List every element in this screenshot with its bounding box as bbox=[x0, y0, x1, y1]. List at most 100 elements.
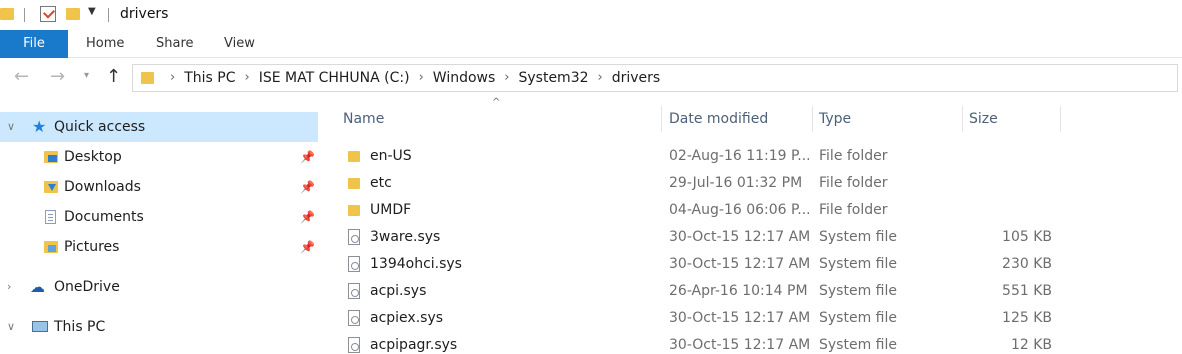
customize-toolbar-dropdown-icon[interactable]: ▼ bbox=[88, 6, 96, 17]
pin-icon[interactable]: 📌 bbox=[300, 202, 315, 232]
sidebar-item-label: This PC bbox=[54, 319, 106, 335]
chevron-right-icon[interactable]: › bbox=[7, 272, 11, 302]
file-name: UMDF bbox=[370, 202, 412, 218]
ribbon: File Home Share View bbox=[0, 30, 1182, 58]
pin-icon[interactable]: 📌 bbox=[300, 142, 315, 172]
column-header-size[interactable]: Size bbox=[963, 106, 1061, 132]
tab-share[interactable]: Share bbox=[142, 30, 208, 58]
chevron-right-icon[interactable]: › bbox=[244, 65, 249, 93]
sidebar-item-pictures[interactable]: Pictures 📌 bbox=[0, 232, 318, 262]
chevron-right-icon[interactable]: › bbox=[504, 65, 509, 93]
address-row: ← → ▾ ↑ › This PC › ISE MAT CHHUNA (C:) … bbox=[0, 58, 1182, 98]
folder-icon bbox=[348, 178, 360, 189]
tab-home[interactable]: Home bbox=[72, 30, 138, 58]
chevron-down-icon[interactable]: ∨ bbox=[7, 112, 15, 142]
table-row[interactable]: en-US 02-Aug-16 11:19 P... File folder bbox=[330, 143, 1182, 170]
folder-icon bbox=[348, 151, 360, 162]
forward-arrow-icon[interactable]: → bbox=[50, 66, 65, 87]
sidebar-item-label: Documents bbox=[64, 209, 144, 225]
breadcrumb-drive[interactable]: ISE MAT CHHUNA (C:) bbox=[259, 65, 410, 93]
column-header-name[interactable]: Name bbox=[337, 106, 662, 132]
table-row[interactable]: etc 29-Jul-16 01:32 PM File folder bbox=[330, 170, 1182, 197]
breadcrumb-windows[interactable]: Windows bbox=[433, 65, 496, 93]
sidebar-item-label: Pictures bbox=[64, 239, 120, 255]
breadcrumb-system32[interactable]: System32 bbox=[518, 65, 588, 93]
table-row[interactable]: acpiex.sys 30-Oct-15 12:17 AM System fil… bbox=[330, 305, 1182, 332]
desktop-icon bbox=[44, 151, 58, 163]
table-row[interactable]: 3ware.sys 30-Oct-15 12:17 AM System file… bbox=[330, 224, 1182, 251]
column-header-date-modified[interactable]: Date modified bbox=[663, 106, 813, 132]
file-type: System file bbox=[819, 256, 897, 272]
window-title: drivers bbox=[120, 6, 169, 22]
file-type: System file bbox=[819, 229, 897, 245]
file-name: etc bbox=[370, 175, 392, 191]
file-name: 1394ohci.sys bbox=[370, 256, 462, 272]
recent-locations-chevron-icon[interactable]: ▾ bbox=[84, 70, 89, 81]
properties-icon[interactable] bbox=[40, 6, 56, 22]
pin-icon[interactable]: 📌 bbox=[300, 172, 315, 202]
new-folder-icon[interactable] bbox=[66, 8, 80, 20]
folder-icon[interactable] bbox=[0, 8, 14, 20]
file-size: 551 KB bbox=[1002, 283, 1052, 299]
navigation-pane: ∨ ★ Quick access Desktop 📌 Downloads 📌 D… bbox=[0, 98, 318, 354]
sidebar-item-downloads[interactable]: Downloads 📌 bbox=[0, 172, 318, 202]
sidebar-item-this-pc[interactable]: ∨ This PC bbox=[0, 312, 318, 342]
toolbar-separator bbox=[24, 8, 25, 22]
file-size: 230 KB bbox=[1002, 256, 1052, 272]
title-bar: ▼ drivers bbox=[0, 0, 1182, 30]
sidebar-item-documents[interactable]: Documents 📌 bbox=[0, 202, 318, 232]
file-name: 3ware.sys bbox=[370, 229, 441, 245]
file-date: 04-Aug-16 06:06 P... bbox=[669, 202, 809, 218]
file-date: 30-Oct-15 12:17 AM bbox=[669, 337, 809, 353]
tab-view[interactable]: View bbox=[210, 30, 269, 58]
up-arrow-icon[interactable]: ↑ bbox=[106, 66, 121, 87]
file-size: 12 KB bbox=[1010, 337, 1052, 353]
system-file-icon bbox=[348, 283, 360, 299]
sidebar-item-label: OneDrive bbox=[54, 279, 120, 295]
file-type: System file bbox=[819, 337, 897, 353]
sidebar-item-quick-access[interactable]: ∨ ★ Quick access bbox=[0, 112, 318, 142]
chevron-right-icon[interactable]: › bbox=[170, 65, 175, 93]
file-name: acpipagr.sys bbox=[370, 337, 458, 353]
system-file-icon bbox=[348, 256, 360, 272]
file-type: File folder bbox=[819, 148, 888, 164]
file-size: 105 KB bbox=[1002, 229, 1052, 245]
chevron-down-icon[interactable]: ∨ bbox=[7, 312, 15, 342]
table-row[interactable]: UMDF 04-Aug-16 06:06 P... File folder bbox=[330, 197, 1182, 224]
folder-icon bbox=[141, 72, 154, 84]
file-size: 125 KB bbox=[1002, 310, 1052, 326]
sidebar-item-label: Quick access bbox=[54, 119, 146, 135]
breadcrumb-this-pc[interactable]: This PC bbox=[184, 65, 235, 93]
sidebar-item-onedrive[interactable]: › ☁ OneDrive bbox=[0, 272, 318, 302]
table-row[interactable]: acpipagr.sys 30-Oct-15 12:17 AM System f… bbox=[330, 332, 1182, 354]
file-type: System file bbox=[819, 310, 897, 326]
tab-file[interactable]: File bbox=[0, 30, 68, 58]
file-date: 29-Jul-16 01:32 PM bbox=[669, 175, 803, 191]
breadcrumb-drivers[interactable]: drivers bbox=[612, 65, 660, 93]
file-name: acpi.sys bbox=[370, 283, 427, 299]
chevron-right-icon[interactable]: › bbox=[419, 65, 424, 93]
column-header-type[interactable]: Type bbox=[813, 106, 963, 132]
file-name: en-US bbox=[370, 148, 412, 164]
file-type: System file bbox=[819, 283, 897, 299]
sidebar-item-label: Downloads bbox=[64, 179, 141, 195]
system-file-icon bbox=[348, 310, 360, 326]
pin-icon[interactable]: 📌 bbox=[300, 232, 315, 262]
computer-icon bbox=[32, 321, 48, 332]
star-icon: ★ bbox=[32, 117, 47, 136]
file-date: 30-Oct-15 12:17 AM bbox=[669, 256, 809, 272]
address-bar[interactable]: › This PC › ISE MAT CHHUNA (C:) › Window… bbox=[132, 64, 1178, 92]
pictures-icon bbox=[44, 241, 58, 253]
file-name: acpiex.sys bbox=[370, 310, 444, 326]
table-row[interactable]: acpi.sys 26-Apr-16 10:14 PM System file … bbox=[330, 278, 1182, 305]
table-row[interactable]: 1394ohci.sys 30-Oct-15 12:17 AM System f… bbox=[330, 251, 1182, 278]
folder-icon bbox=[348, 205, 360, 216]
chevron-right-icon[interactable]: › bbox=[598, 65, 603, 93]
sidebar-item-desktop[interactable]: Desktop 📌 bbox=[0, 142, 318, 172]
back-arrow-icon[interactable]: ← bbox=[14, 66, 29, 87]
file-date: 30-Oct-15 12:17 AM bbox=[669, 229, 809, 245]
downloads-icon bbox=[44, 181, 58, 193]
system-file-icon bbox=[348, 337, 360, 353]
file-date: 02-Aug-16 11:19 P... bbox=[669, 148, 809, 164]
sidebar-item-label: Desktop bbox=[64, 149, 122, 165]
